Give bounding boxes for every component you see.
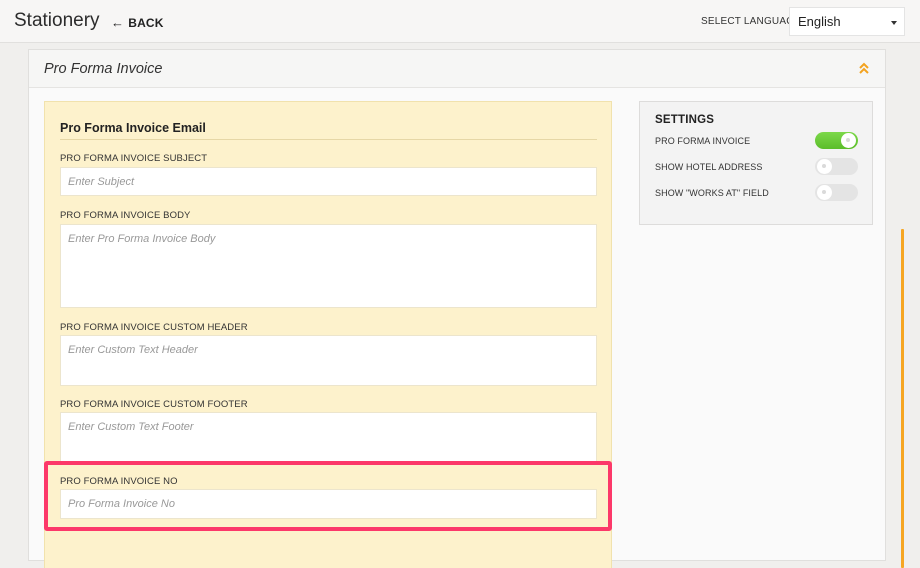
arrow-left-icon: ←: [111, 15, 125, 30]
subject-label: PRO FORMA INVOICE SUBJECT: [60, 153, 208, 164]
custom-header-label: PRO FORMA INVOICE CUSTOM HEADER: [60, 322, 248, 333]
divider: [60, 139, 597, 140]
settings-section: SETTINGS PRO FORMA INVOICE SHOW HOTEL AD…: [639, 101, 873, 225]
show-hotel-address-toggle[interactable]: [815, 158, 858, 175]
language-select[interactable]: English: [789, 7, 905, 36]
toggle-knob: [817, 185, 832, 200]
back-button[interactable]: ← BACK: [111, 15, 164, 30]
invoice-no-input[interactable]: Pro Forma Invoice No: [60, 489, 597, 519]
invoice-email-section: Pro Forma Invoice Email PRO FORMA INVOIC…: [44, 101, 612, 568]
toggle-knob: [841, 133, 856, 148]
custom-footer-textarea[interactable]: Enter Custom Text Footer: [60, 412, 597, 463]
page-title: Stationery: [14, 10, 100, 31]
toggle-knob: [817, 159, 832, 174]
body-label: PRO FORMA INVOICE BODY: [60, 210, 191, 221]
email-section-title: Pro Forma Invoice Email: [60, 121, 206, 135]
custom-header-textarea[interactable]: Enter Custom Text Header: [60, 335, 597, 386]
custom-footer-label: PRO FORMA INVOICE CUSTOM FOOTER: [60, 399, 248, 410]
back-label: BACK: [128, 15, 164, 30]
panel-header[interactable]: Pro Forma Invoice: [29, 50, 885, 88]
body-textarea[interactable]: Enter Pro Forma Invoice Body: [60, 224, 597, 308]
language-value: English: [798, 14, 841, 29]
pro-forma-invoice-panel: Pro Forma Invoice Pro Forma Invoice Emai…: [28, 49, 886, 568]
top-bar: Stationery ← BACK SELECT LANGUAGE Englis…: [0, 0, 920, 43]
caret-down-icon: [891, 21, 897, 25]
settings-title: SETTINGS: [655, 114, 715, 126]
setting-label-show-hotel-address: SHOW HOTEL ADDRESS: [655, 162, 763, 172]
scrollbar[interactable]: [901, 229, 904, 568]
panel-title: Pro Forma Invoice: [44, 61, 163, 77]
double-chevron-up-icon[interactable]: [857, 61, 871, 75]
invoice-no-label: PRO FORMA INVOICE NO: [60, 476, 178, 487]
select-language-label: SELECT LANGUAGE: [701, 16, 802, 27]
pro-forma-invoice-toggle[interactable]: [815, 132, 858, 149]
setting-label-works-at-field: SHOW "WORKS AT" FIELD: [655, 188, 769, 198]
subject-input[interactable]: Enter Subject: [60, 167, 597, 196]
setting-label-pro-forma-invoice: PRO FORMA INVOICE: [655, 136, 751, 146]
show-works-at-field-toggle[interactable]: [815, 184, 858, 201]
